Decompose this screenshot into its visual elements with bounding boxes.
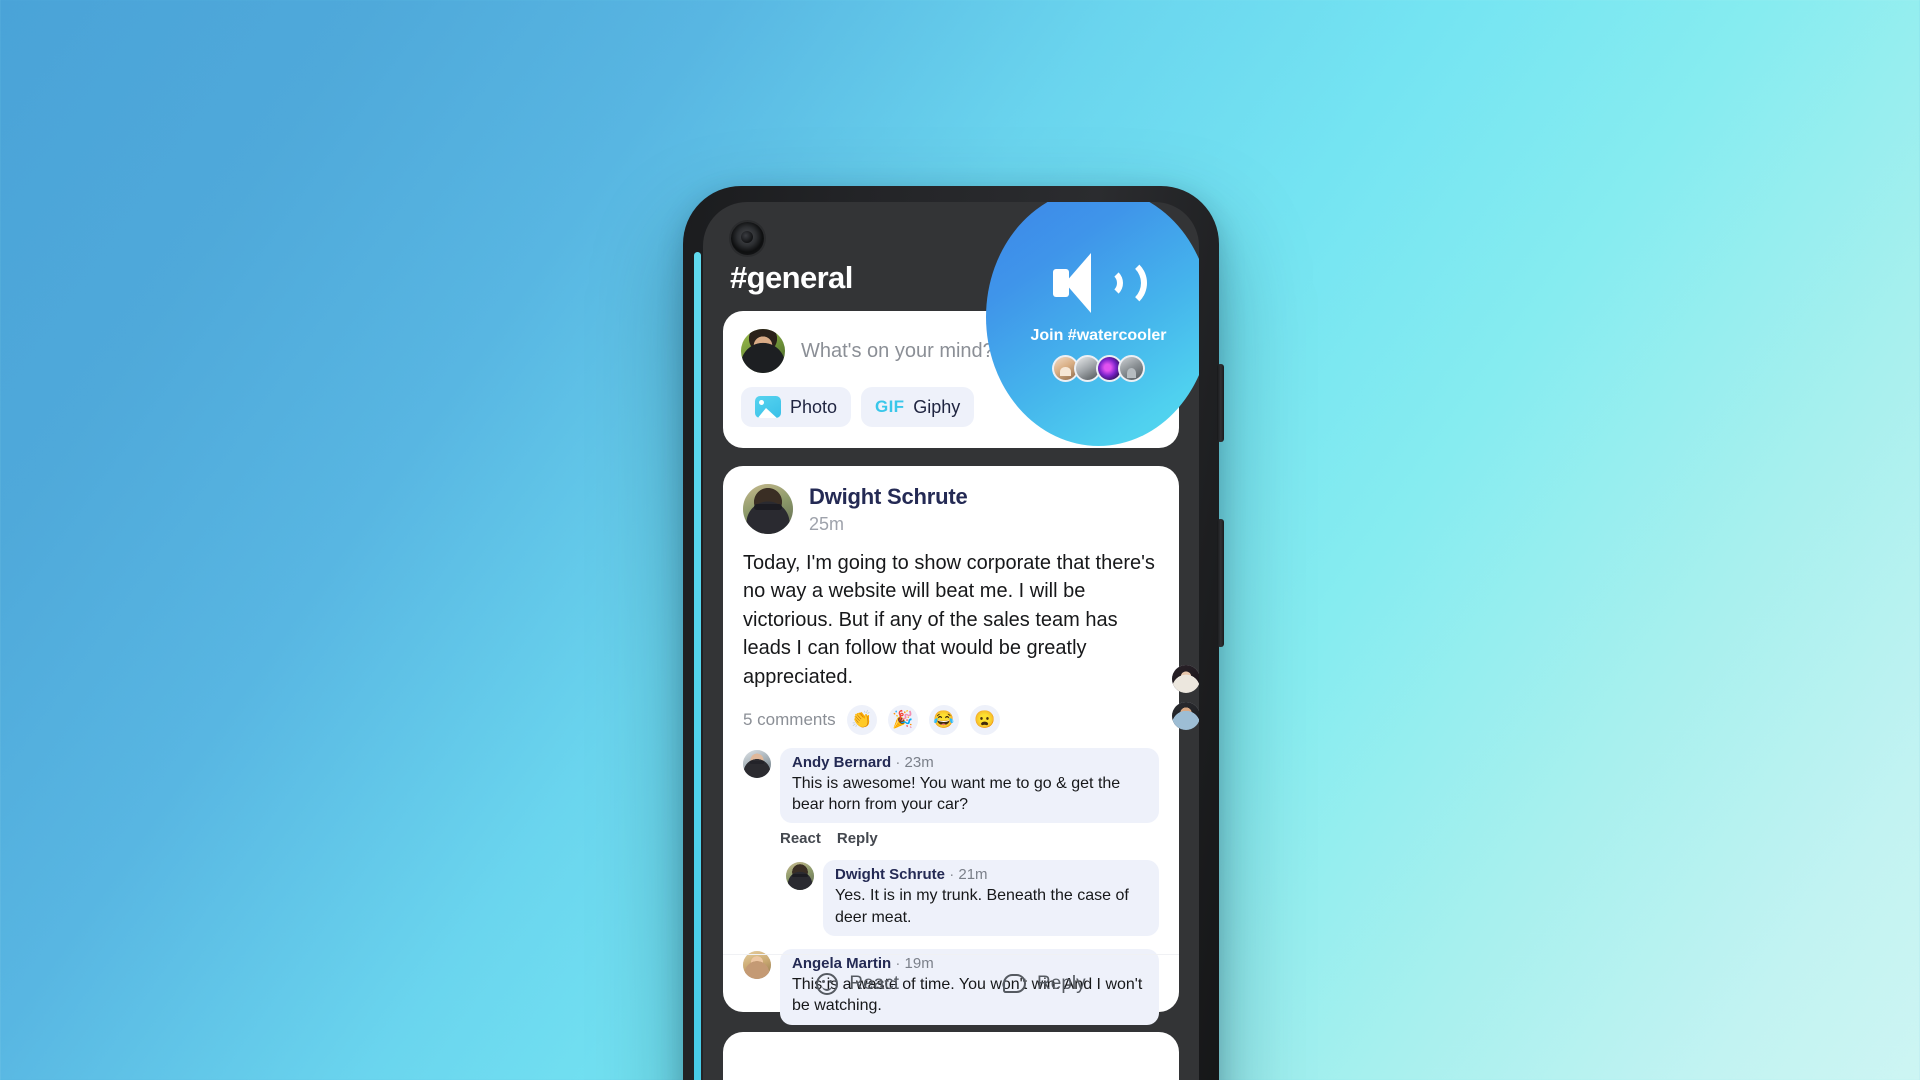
comment-separator: ·: [895, 753, 901, 771]
phone-screen: #general What's on your mind? Photo GIF …: [703, 202, 1199, 1080]
avatar[interactable]: [786, 862, 814, 891]
page-title: #general: [730, 260, 853, 295]
avatar: [1118, 354, 1145, 382]
frowning-emoji[interactable]: 😦: [969, 704, 1000, 735]
comment-separator: ·: [949, 866, 955, 884]
avatar[interactable]: [743, 749, 771, 778]
comment-item: Dwight Schrute · 21m Yes. It is in my tr…: [786, 860, 1159, 937]
avatar: [741, 329, 785, 373]
comments-count[interactable]: 5 comments: [743, 710, 836, 730]
phone-power-button[interactable]: [1217, 519, 1224, 647]
comment-text: This is awesome! You want me to go & get…: [792, 774, 1121, 814]
photo-button[interactable]: Photo: [741, 387, 852, 427]
speech-bubble-outline-icon: [1003, 974, 1027, 993]
composer-input[interactable]: What's on your mind?: [801, 340, 994, 363]
reply-button[interactable]: Reply: [1003, 973, 1086, 995]
comment-timestamp: 21m: [958, 866, 988, 884]
comment-timestamp: 23m: [904, 753, 934, 771]
photo-icon: [755, 396, 781, 418]
comment-item: Andy Bernard · 23m This is awesome! You …: [743, 747, 1159, 824]
reply-label: Reply: [1037, 972, 1086, 994]
gif-icon: GIF: [875, 397, 905, 416]
post-reactions-row: 5 comments 👏 🎉 😂 😦: [743, 704, 1159, 735]
post-footer: React Reply: [723, 954, 1179, 1012]
watercooler-participants: [1052, 354, 1145, 382]
post-author[interactable]: Dwight Schrute: [809, 484, 968, 510]
react-label: React: [849, 972, 900, 994]
giphy-label: Giphy: [913, 396, 961, 417]
post-body: Today, I'm going to show corporate that …: [743, 552, 1155, 688]
comment-react-button[interactable]: React: [780, 830, 821, 847]
comment-text: Yes. It is in my trunk. Beneath the case…: [835, 887, 1129, 926]
avatar[interactable]: [1172, 665, 1199, 693]
giphy-button[interactable]: GIF Giphy: [861, 387, 975, 427]
joy-emoji[interactable]: 😂: [928, 704, 959, 735]
front-camera-icon: [731, 222, 764, 255]
react-button[interactable]: React: [816, 972, 900, 995]
comment-author[interactable]: Dwight Schrute: [835, 866, 945, 883]
avatar[interactable]: [1172, 702, 1199, 730]
join-watercooler-label: Join #watercooler: [1030, 326, 1167, 344]
photo-label: Photo: [790, 396, 838, 417]
post-card: Dwight Schrute 25m Today, I'm going to s…: [723, 466, 1179, 1025]
clap-emoji[interactable]: 👏: [846, 704, 877, 735]
comment-reply-button[interactable]: Reply: [837, 830, 878, 847]
avatar[interactable]: [743, 484, 793, 534]
next-post-card[interactable]: [723, 1032, 1179, 1080]
post-header: Dwight Schrute 25m: [743, 484, 1159, 535]
party-popper-emoji[interactable]: 🎉: [887, 704, 918, 735]
speaker-volume-icon: [1052, 252, 1147, 313]
comment-actions: React Reply: [780, 830, 1159, 847]
smiley-outline-icon: [816, 972, 839, 995]
phone-volume-button[interactable]: [1217, 364, 1224, 442]
comment-author[interactable]: Andy Bernard: [792, 754, 891, 771]
phone-edge-accent: [694, 252, 701, 1080]
post-timestamp: 25m: [809, 514, 845, 534]
phone-mockup: #general What's on your mind? Photo GIF …: [683, 186, 1224, 1080]
